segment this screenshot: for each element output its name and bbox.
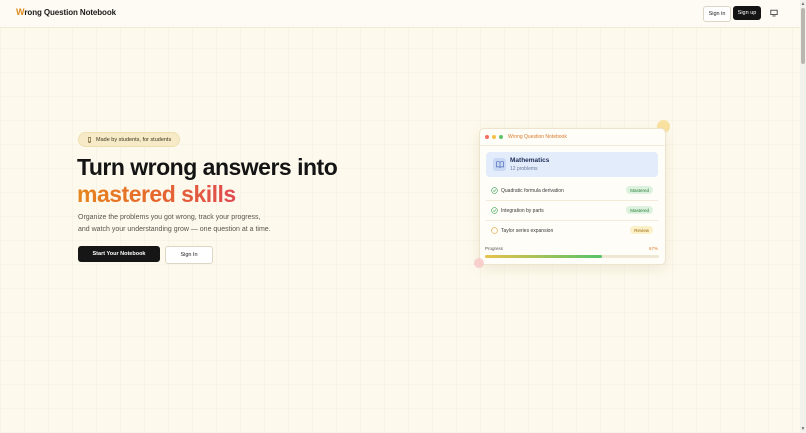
start-notebook-button[interactable]: Start Your Notebook	[78, 246, 160, 262]
logo-mark: W	[16, 7, 25, 17]
hero-title-line1: Turn wrong answers into	[77, 154, 338, 180]
card-title: Wrong Question Notebook	[508, 134, 567, 140]
item-label: Integration by parts	[501, 208, 544, 214]
hero-subtitle-line2: and watch your understanding grow — one …	[78, 226, 271, 233]
hero-subtitle: Organize the problems you got wrong, tra…	[78, 212, 308, 236]
window-minimize-dot-icon	[492, 135, 496, 139]
page-scrollbar[interactable]	[800, 0, 806, 433]
subject-mathematics: Mathematics 12 problems	[486, 152, 658, 177]
scrollbar-thumb[interactable]	[801, 8, 805, 64]
progress-bar	[485, 255, 659, 258]
scroll-down-arrow-icon[interactable]: ▼	[800, 426, 806, 432]
badge-text: Made by students, for students	[96, 136, 172, 143]
item-label: Quadratic formula derivation	[501, 188, 564, 194]
progress-label: Progress	[485, 246, 504, 251]
decorative-pink-dot	[474, 258, 484, 268]
window-maximize-dot-icon	[499, 135, 503, 139]
sign-up-button[interactable]: Sign up	[733, 6, 761, 20]
card-titlebar: Wrong Question Notebook	[480, 129, 665, 146]
status-badge: Mastered	[626, 206, 653, 214]
logo-text: rong Question Notebook	[24, 7, 116, 17]
status-badge: Review	[630, 226, 653, 234]
list-item: Taylor series expansion Review	[486, 222, 658, 240]
notebook-preview-card: Wrong Question Notebook Mathematics 12 p…	[479, 128, 666, 265]
hero-subtitle-line1: Organize the problems you got wrong, tra…	[78, 214, 261, 221]
app-logo[interactable]: Wrong Question Notebook	[16, 7, 116, 17]
check-circle-icon	[491, 207, 498, 214]
top-navbar: Wrong Question Notebook Sign in Sign up	[0, 0, 800, 28]
check-circle-icon	[491, 187, 498, 194]
hero-title: Turn wrong answers into mastered skills	[77, 154, 338, 208]
sign-in-button[interactable]: Sign in	[703, 6, 731, 22]
subject-name: Mathematics	[510, 157, 550, 164]
book-icon	[493, 158, 506, 171]
monitor-icon[interactable]	[770, 9, 778, 17]
subject-problem-count: 12 problems	[510, 166, 538, 172]
list-item: Quadratic formula derivation Mastered	[486, 182, 658, 201]
progress-bar-fill	[485, 255, 602, 258]
students-badge: Made by students, for students	[78, 132, 181, 147]
list-item: Integration by parts Mastered	[486, 202, 658, 221]
window-close-dot-icon	[485, 135, 489, 139]
hero-sign-in-button[interactable]: Sign In	[165, 246, 213, 264]
item-label: Taylor series expansion	[501, 228, 554, 234]
pencil-icon	[88, 136, 91, 143]
circle-icon	[491, 227, 498, 234]
hero-title-highlight: mastered skills	[77, 181, 236, 207]
scroll-up-arrow-icon[interactable]: ▲	[800, 1, 806, 7]
status-badge: Mastered	[626, 186, 653, 194]
progress-percentage: 67%	[648, 246, 658, 251]
